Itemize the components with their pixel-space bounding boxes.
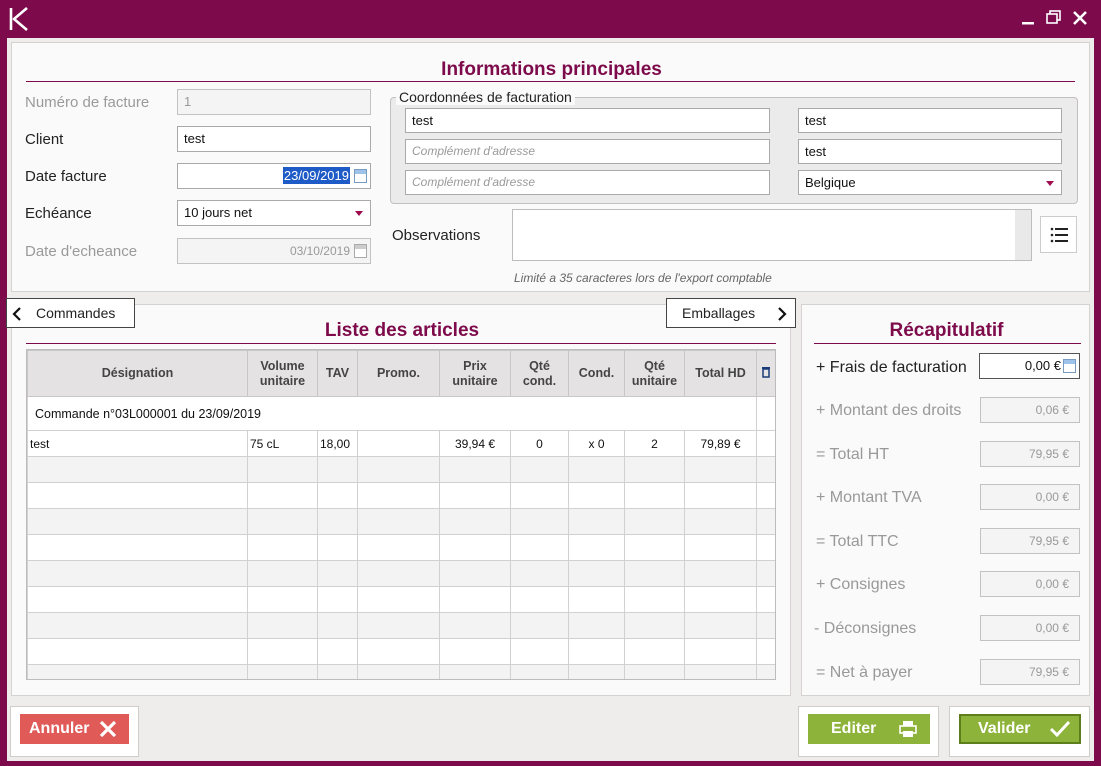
address1-field[interactable]: test: [405, 108, 770, 133]
observations-label: Observations: [392, 227, 481, 244]
col-qty-cond[interactable]: Qté cond.: [510, 350, 569, 397]
cell-promo: [357, 430, 440, 457]
observations-hint: Limité a 35 caracteres lors de l'export …: [514, 271, 772, 285]
cell-total: 79,89 €: [684, 430, 757, 457]
postcode-field[interactable]: test: [798, 108, 1062, 133]
table-row[interactable]: test 75 cL 18,00 39,94 € 0 x 0 2 79,89 €: [27, 430, 775, 457]
recap-label-vat: + Montant TVA: [816, 489, 922, 506]
terms-value: 10 jours net: [184, 205, 252, 220]
due-date-value: 03/10/2019: [289, 244, 350, 258]
col-tav[interactable]: TAV: [317, 350, 358, 397]
restore-icon[interactable]: [1044, 8, 1064, 28]
invoice-window: Informations principales Numéro de factu…: [6, 38, 1094, 761]
trash-icon[interactable]: [756, 350, 775, 397]
client-label: Client: [25, 131, 64, 148]
check-icon: [1049, 720, 1071, 738]
country-select[interactable]: Belgique: [798, 170, 1062, 195]
invoice-date-value: 23/09/2019: [282, 167, 350, 184]
billing-legend: Coordonnées de facturation: [396, 89, 575, 105]
order-line: Commande n°03L000001 du 23/09/2019: [27, 396, 757, 431]
cell-tav: 18,00: [317, 430, 358, 457]
chevron-down-icon: [1046, 181, 1054, 186]
recap-value-duties: 0,06 €: [980, 397, 1080, 423]
terms-label: Echéance: [25, 205, 92, 222]
invoice-number-label: Numéro de facture: [25, 94, 150, 111]
edit-label: Editer: [831, 720, 877, 737]
articles-table: Désignation Volume unitaire TAV Promo. Pr…: [27, 350, 775, 679]
title-rule: [26, 81, 1075, 82]
invoice-number-field: 1: [177, 89, 371, 115]
edit-button[interactable]: Editer: [808, 714, 930, 744]
client-field[interactable]: test: [177, 126, 371, 152]
due-date-label: Date d'echeance: [25, 243, 138, 260]
recap-value-fees[interactable]: 0,00 €: [979, 353, 1080, 379]
app-logo: [8, 6, 30, 32]
calendar-icon: [354, 244, 367, 258]
cell-qty-unit: 2: [624, 430, 685, 457]
printer-icon: [899, 721, 917, 737]
cell-price: 39,94 €: [439, 430, 511, 457]
recap-value-total-ht: 79,95 €: [980, 441, 1080, 467]
terms-select[interactable]: 10 jours net: [177, 200, 371, 226]
cell-volume: 75 cL: [247, 430, 318, 457]
cancel-button[interactable]: Annuler: [20, 714, 129, 744]
col-cond[interactable]: Cond.: [568, 350, 625, 397]
recap-label-refunds: - Déconsignes: [814, 620, 917, 637]
due-date-field: 03/10/2019: [177, 238, 371, 264]
recap-value-vat: 0,00 €: [980, 484, 1080, 510]
recap-label-fees: + Frais de facturation: [816, 359, 967, 376]
recap-value-deposits: 0,00 €: [980, 571, 1080, 597]
commandes-label: Commandes: [36, 305, 116, 321]
col-volume[interactable]: Volume unitaire: [247, 350, 318, 397]
col-qty-unit[interactable]: Qté unitaire: [624, 350, 685, 397]
validate-button[interactable]: Valider: [959, 714, 1081, 744]
col-promo[interactable]: Promo.: [357, 350, 440, 397]
calculator-icon[interactable]: [1063, 359, 1076, 373]
emballages-tab[interactable]: Emballages: [666, 298, 796, 328]
title-bar: [0, 0, 1101, 38]
minimize-icon[interactable]: [1018, 8, 1038, 28]
cell-designation: test: [27, 430, 248, 457]
address2-field[interactable]: Complément d'adresse: [405, 139, 770, 164]
recap-value-refunds: 0,00 €: [980, 615, 1080, 641]
col-price[interactable]: Prix unitaire: [439, 350, 511, 397]
recap-rule: [814, 343, 1081, 344]
invoice-date-field[interactable]: 23/09/2019: [177, 163, 371, 189]
cancel-label: Annuler: [29, 720, 90, 737]
recap-value-total-ttc: 79,95 €: [980, 528, 1080, 554]
close-icon: [99, 720, 117, 738]
col-designation[interactable]: Désignation: [27, 350, 248, 397]
country-value: Belgique: [805, 175, 856, 190]
emballages-label: Emballages: [682, 305, 756, 321]
observations-scrollbar[interactable]: [1015, 210, 1031, 260]
recap-panel: Récapitulatif + Frais de facturation 0,0…: [801, 304, 1090, 696]
city-field[interactable]: test: [798, 139, 1062, 164]
recap-title: Récapitulatif: [889, 320, 1004, 341]
close-icon[interactable]: [1070, 8, 1090, 28]
col-total[interactable]: Total HD: [684, 350, 757, 397]
recap-label-duties: + Montant des droits: [816, 402, 962, 419]
list-icon[interactable]: [1040, 216, 1077, 253]
recap-label-total-ht: = Total HT: [816, 446, 890, 463]
validate-label: Valider: [978, 720, 1031, 737]
observations-textarea[interactable]: [512, 209, 1032, 261]
chevron-down-icon: [355, 211, 363, 216]
articles-table-container: Désignation Volume unitaire TAV Promo. Pr…: [26, 349, 776, 680]
calendar-icon[interactable]: [354, 169, 367, 183]
cell-cond: x 0: [568, 430, 625, 457]
main-info-panel: Informations principales Numéro de factu…: [11, 42, 1090, 292]
recap-label-deposits: + Consignes: [816, 576, 906, 593]
articles-rule: [26, 343, 776, 344]
chevron-right-icon: [778, 307, 787, 321]
commandes-tab[interactable]: Commandes: [6, 298, 135, 328]
articles-panel: Liste des articles Désignation Volume uni…: [11, 304, 791, 696]
cell-qty-cond: 0: [510, 430, 569, 457]
recap-label-total-ttc: = Total TTC: [816, 533, 899, 550]
recap-value-net: 79,95 €: [980, 659, 1080, 685]
main-info-title: Informations principales: [441, 59, 662, 80]
chevron-left-icon: [12, 307, 21, 321]
recap-label-net: = Net à payer: [816, 664, 913, 681]
address3-field[interactable]: Complément d'adresse: [405, 170, 770, 195]
invoice-date-label: Date facture: [25, 168, 107, 185]
